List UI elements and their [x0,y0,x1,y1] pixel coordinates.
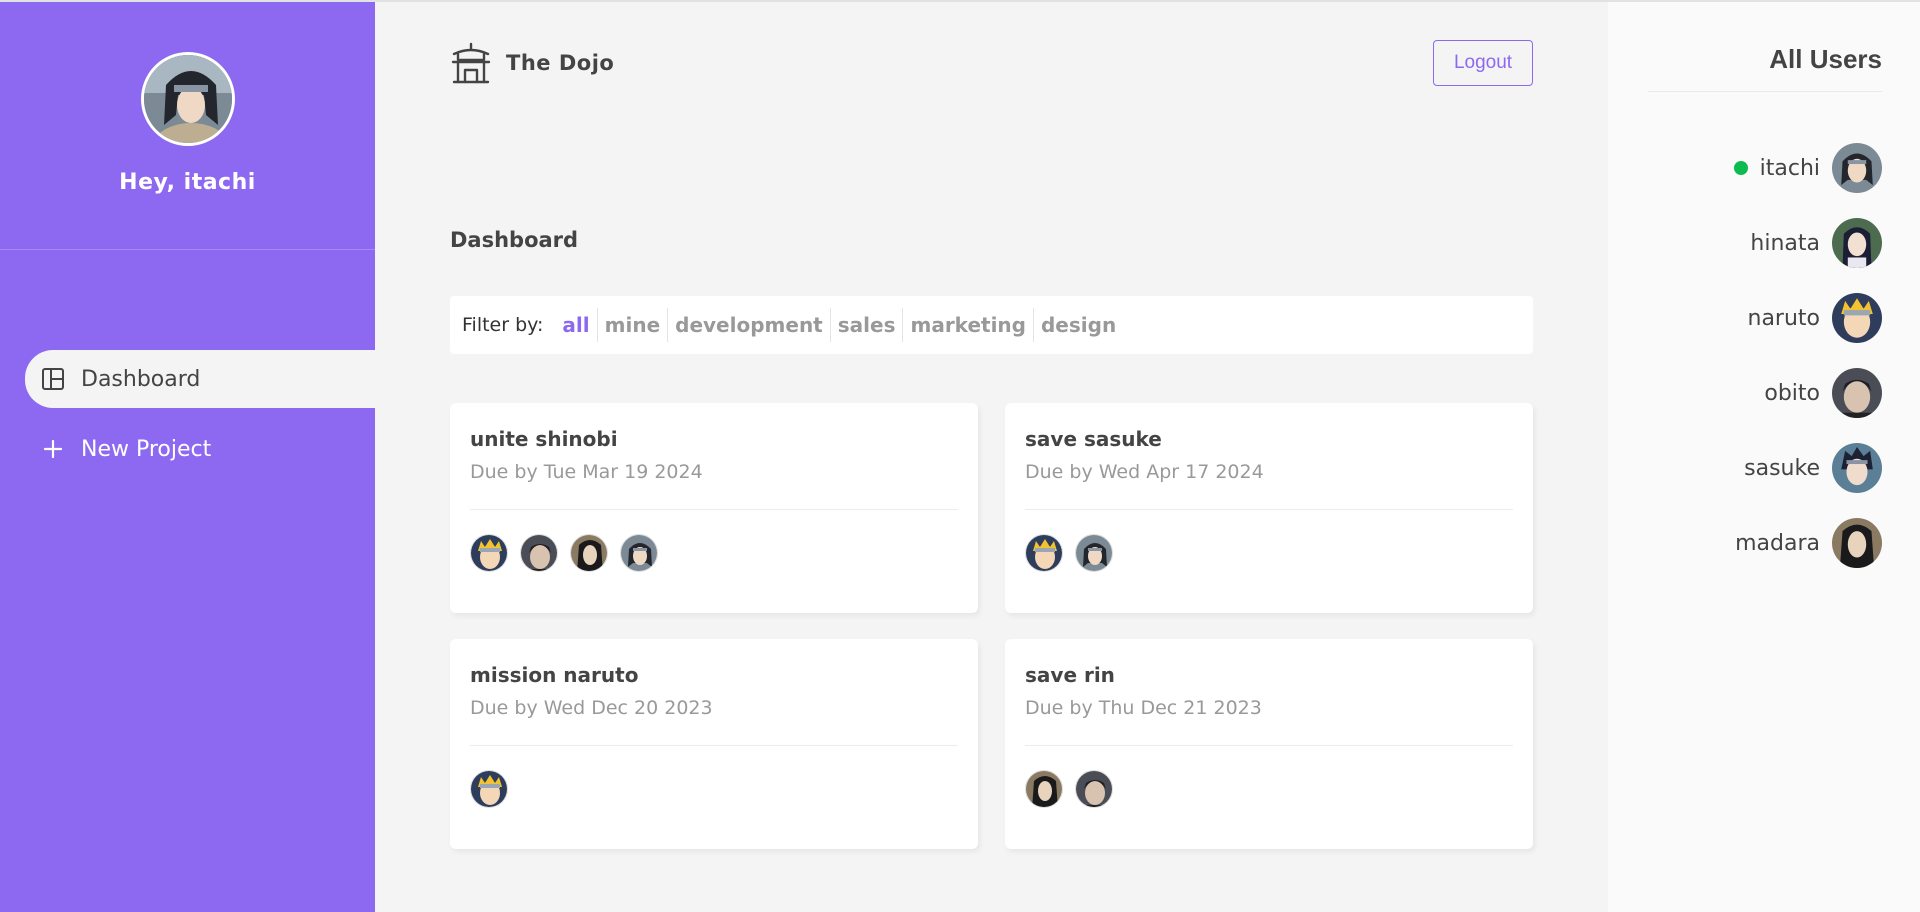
assigned-users [470,534,958,572]
sasuke-avatar [1832,443,1882,493]
card-divider [470,509,958,510]
user-name: sasuke [1744,455,1820,481]
plus-icon [41,437,65,461]
project-card[interactable]: save sasuke Due by Wed Apr 17 2024 [1005,403,1533,613]
user-item[interactable]: madara [1735,518,1882,568]
project-card[interactable]: save rin Due by Thu Dec 21 2023 [1005,639,1533,849]
user-list-panel: All Users itachi hinata naruto obito sas… [1608,2,1920,912]
nav-label-new-project: New Project [81,436,212,462]
filter-label: Filter by: [462,314,544,336]
project-card[interactable]: unite shinobi Due by Tue Mar 19 2024 [450,403,978,613]
nav-item-dashboard[interactable]: Dashboard [25,350,375,408]
user-name: obito [1764,380,1820,406]
nav-item-new-project[interactable]: New Project [25,420,375,478]
sidebar-user-block: Hey, itachi [0,2,375,250]
brand[interactable]: The Dojo [450,42,614,84]
navbar: The Dojo Logout [450,38,1533,88]
project-card[interactable]: mission naruto Due by Wed Dec 20 2023 [450,639,978,849]
nav-label-dashboard: Dashboard [81,366,201,392]
project-title: unite shinobi [470,427,618,451]
naruto-avatar [1025,534,1063,572]
main-content: The Dojo Logout Dashboard Filter by: all… [375,2,1608,912]
filter-mine[interactable]: mine [598,308,669,342]
filter-sales[interactable]: sales [831,308,904,342]
project-due-date: Due by Tue Mar 19 2024 [470,461,703,483]
online-indicator [1733,161,1748,175]
project-title: save sasuke [1025,427,1162,451]
project-due-date: Due by Wed Dec 20 2023 [470,697,713,719]
madara-avatar [570,534,608,572]
obito-avatar [520,534,558,572]
sidebar-nav: Dashboard New Project [0,350,375,478]
assigned-users [1025,770,1513,808]
user-name: madara [1735,530,1820,556]
filter-marketing[interactable]: marketing [903,308,1034,342]
naruto-avatar [470,534,508,572]
filter-design[interactable]: design [1034,308,1123,342]
filter-development[interactable]: development [668,308,831,342]
project-filter: Filter by: all mine development sales ma… [450,296,1533,354]
madara-avatar [1025,770,1063,808]
itachi-avatar [1075,534,1113,572]
user-item[interactable]: naruto [1747,293,1882,343]
naruto-avatar [470,770,508,808]
itachi-avatar [1832,143,1882,193]
card-divider [1025,509,1513,510]
card-divider [1025,745,1513,746]
project-title: mission naruto [470,663,639,687]
user-name: naruto [1747,305,1821,331]
sidebar: Hey, itachi Dashboard New Project [0,2,375,912]
itachi-avatar [620,534,658,572]
assigned-users [1025,534,1513,572]
madara-avatar [1832,518,1882,568]
user-item[interactable]: obito [1764,368,1882,418]
greeting-text: Hey, itachi [119,170,256,195]
users-title: All Users [1769,44,1882,74]
project-due-date: Due by Thu Dec 21 2023 [1025,697,1262,719]
brand-name: The Dojo [506,51,615,75]
user-item[interactable]: sasuke [1744,443,1882,493]
page-title: Dashboard [450,228,579,252]
card-divider [470,745,958,746]
obito-avatar [1075,770,1113,808]
dashboard-icon [41,367,65,391]
logout-button[interactable]: Logout [1433,40,1533,86]
hinata-avatar [1832,218,1882,268]
project-list: unite shinobi Due by Tue Mar 19 2024 sav… [450,403,1533,849]
user-item[interactable]: itachi [1733,143,1882,193]
temple-icon [450,42,492,84]
user-item[interactable]: hinata [1750,218,1882,268]
assigned-users [470,770,958,808]
naruto-avatar [1832,293,1882,343]
filter-all[interactable]: all [555,308,598,342]
user-name: hinata [1750,230,1820,256]
project-due-date: Due by Wed Apr 17 2024 [1025,461,1264,483]
users-divider [1648,91,1882,92]
user-name: itachi [1759,155,1820,181]
obito-avatar [1832,368,1882,418]
current-user-avatar [140,52,235,146]
project-title: save rin [1025,663,1115,687]
